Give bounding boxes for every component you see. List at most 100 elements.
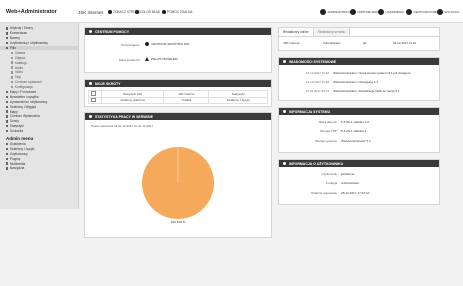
menu-icon <box>6 27 9 30</box>
menu-icon <box>6 95 9 99</box>
gear-icon <box>378 9 384 15</box>
submenu-icon <box>11 76 14 79</box>
sidebar-item[interactable]: Szukarka <box>0 129 78 134</box>
list-item[interactable]: 12.12.2017 11:32 WebAdministrator: Nowa w… <box>279 68 439 77</box>
submenu-icon <box>11 51 14 55</box>
menu-icon <box>6 100 9 103</box>
menu-icon <box>6 105 9 108</box>
list-item[interactable]: 12.12.2017 09:43 WebAdministrator: Aktual… <box>279 86 439 95</box>
system-info-panel: INFORMACJA SYSTEMU Baza danych 5.5.56-1 s… <box>278 107 440 153</box>
table-cell: Grafika <box>163 96 210 105</box>
list-item[interactable]: 12.12.2017 11:20 WebAdministrator: Change… <box>279 77 439 86</box>
submenu-icon <box>11 56 14 59</box>
user-info-panel: INFORMACJA O UŻYTKOWNIKU Użytkownik jsktw… <box>278 159 440 205</box>
tabs: Redaktorzy online Redaktorzy serwisu <box>279 28 439 37</box>
menu-icon <box>6 120 9 123</box>
panel-header: STATYSTYKA PRACY W SERWISIE <box>85 113 271 120</box>
panel-header: CENTRUM POMOCY <box>85 28 271 35</box>
logout-link[interactable]: WYLOGUJ <box>437 9 459 15</box>
bug-icon <box>135 10 139 14</box>
lifebuoy-icon <box>145 42 149 46</box>
pie-data-label: JSK 100 % <box>171 220 186 224</box>
checkbox-cell[interactable] <box>88 90 102 98</box>
table-cell: Statystyki <box>208 90 268 98</box>
table-row[interactable]: szablony graficzne Grafika Szablony i Ję… <box>88 96 268 105</box>
table-row[interactable]: Statystyki JSK JSK Internet Statystyki <box>88 90 268 98</box>
submenu-icon <box>11 61 14 64</box>
admin-user-link[interactable]: ADMINISTRATOR <box>320 9 352 15</box>
tab-online-editors[interactable]: Redaktorzy online <box>279 28 314 36</box>
submenu-icon <box>11 66 14 69</box>
table-cell: JSK Internet <box>163 90 210 98</box>
eye-icon <box>108 10 112 14</box>
menu-icon <box>6 157 9 160</box>
panel-header: INFORMACJA O UŻYTKOWNIKU <box>279 160 439 167</box>
stats-panel: STATYSTYKA PRACY W SERWISIE Praca wykona… <box>84 112 272 238</box>
menu-icon <box>6 129 9 133</box>
power-icon <box>437 9 443 15</box>
help-center-link-btn[interactable]: CENTRUM SKRÓTNIK WO... <box>145 42 192 46</box>
shortcuts-table: Statystyki JSK JSK Internet Statystyki s… <box>88 90 268 105</box>
question-icon <box>406 9 412 15</box>
menu-icon <box>6 110 9 113</box>
user-icon <box>283 162 286 165</box>
editor-time: 01.12.2017 11:10 <box>393 41 417 45</box>
menu-icon <box>6 162 9 165</box>
menu-icon <box>6 115 9 118</box>
checkbox-icon[interactable] <box>91 97 96 103</box>
panel-header: INFORMACJA SYSTEMU <box>279 108 439 115</box>
submenu-icon <box>11 71 14 74</box>
menu-icon <box>6 32 9 35</box>
editors-panel: Redaktorzy online Redaktorzy serwisu JSK… <box>278 27 440 51</box>
menu-icon <box>6 90 9 94</box>
menu-icon <box>6 147 9 151</box>
info-icon <box>89 30 92 33</box>
info-row: Wersja PHP 5.3.28-1 stabilna 4 <box>320 129 367 134</box>
problem-label: Masz problem? <box>118 58 140 62</box>
sidebar: Artykuły i Strony Komentarze Banery Uzyt… <box>0 23 79 209</box>
pie-chart: JSK 100 % <box>142 147 214 224</box>
submenu-icon <box>11 85 14 89</box>
help-center-panel: CENTRUM POMOCY Potrzebujesz: CENTRUM SKR… <box>84 27 272 73</box>
panel-header: MOJE SKRÓTY <box>85 80 271 87</box>
help-label: Potrzebujesz: <box>121 43 140 47</box>
info-row: Użytkownik jsktwincer <box>321 171 355 176</box>
editor-login: jsk <box>363 41 367 45</box>
table-cell[interactable]: Statystyki JSK <box>100 90 165 98</box>
info-row: Funkcja Administrator <box>326 181 360 186</box>
remote-help-link[interactable]: POMOC ZDALNA <box>162 10 193 14</box>
table-cell[interactable]: szablony graficzne <box>100 96 165 105</box>
brand-logo[interactable]: Web+Administrator <box>6 9 57 15</box>
star-icon <box>350 9 356 15</box>
editor-role: Administrator <box>323 41 341 45</box>
report-bug-link[interactable]: ZGŁOŚ BŁĄD <box>135 10 160 14</box>
system-news-panel: WIADOMOŚCI SYSTEMOWE 12.12.2017 11:32 Web… <box>278 57 440 101</box>
checkbox-icon[interactable] <box>91 91 96 96</box>
info-row: Baza danych 5.5.56-1 stabilna 4.0 <box>319 119 370 124</box>
info-icon <box>283 110 286 113</box>
editor-site: JSK Internet <box>283 41 300 45</box>
panel-header: WIADOMOŚCI SYSTEMOWE <box>279 58 439 65</box>
folder-icon <box>6 46 9 50</box>
tab-site-editors[interactable]: Redaktorzy serwisu <box>313 28 351 36</box>
admin-item[interactable]: Narzędzia <box>0 166 78 171</box>
bell-icon <box>283 60 286 63</box>
menu-icon <box>6 152 9 156</box>
checkbox-cell[interactable] <box>88 96 102 105</box>
menu-icon <box>6 142 9 146</box>
menu-icon <box>6 125 9 128</box>
warning-icon <box>145 57 149 61</box>
site-name[interactable]: JSK Internet <box>78 10 103 15</box>
star-icon <box>89 82 92 85</box>
admin-menu-heading: Admin menu <box>6 135 34 141</box>
table-cell: Szablony i Języki <box>208 96 268 105</box>
menu-icon <box>6 37 9 40</box>
settings-link[interactable]: USTAWIENIA <box>378 9 404 15</box>
help-icon <box>162 10 166 14</box>
submenu-icon <box>11 81 14 84</box>
info-row: Ostatnie logowanie 28.12.2017 17:43:10 <box>310 190 370 195</box>
menu-icon <box>6 41 9 45</box>
top-bar: Web+Administrator JSK Internet ZOBACZ ST… <box>0 0 463 23</box>
list-item[interactable]: JSK Internet Administrator jsk 01.12.201… <box>279 37 439 47</box>
report-problem-button[interactable]: ZGŁOŚ PROBLEM <box>145 57 177 61</box>
